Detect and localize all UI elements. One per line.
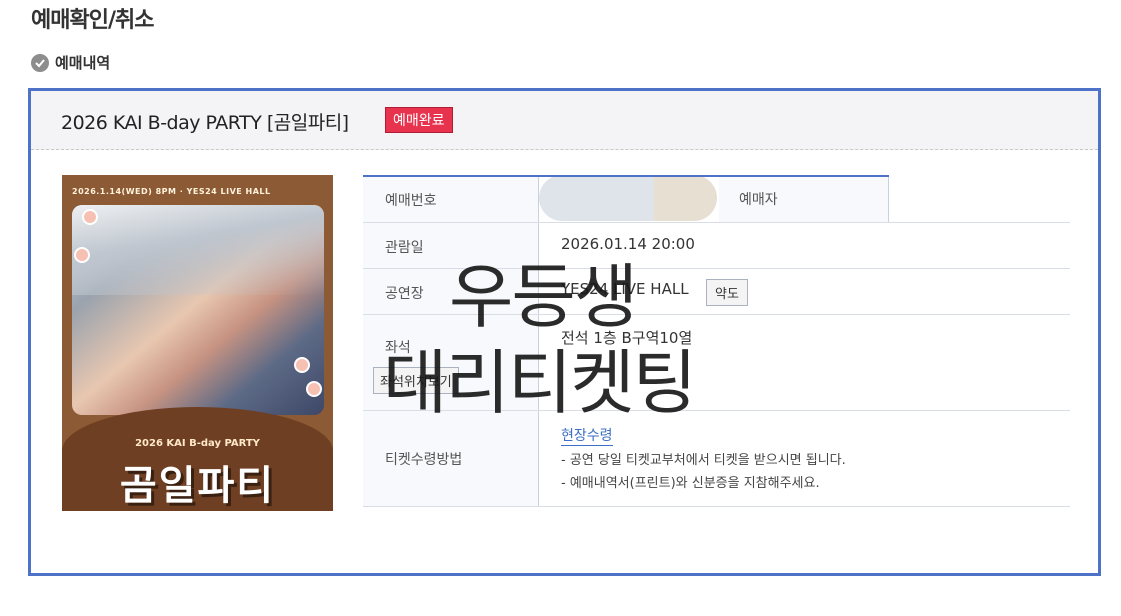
performance-title[interactable]: 2026 KAI B-day PARTY [곰일파티]	[61, 108, 349, 135]
table-top-border	[363, 175, 889, 177]
pickup-label: 티켓수령방법	[385, 452, 463, 468]
poster-subtitle: 2026 KAI B-day PARTY	[135, 438, 260, 449]
date-label: 관람일	[385, 240, 424, 256]
map-button[interactable]: 약도	[706, 279, 748, 306]
redacted-reservation-number	[539, 175, 717, 221]
status-badge: 예매완료	[385, 107, 453, 133]
booking-card: 2026 KAI B-day PARTY [곰일파티] 예매완료 2026.1.…	[28, 88, 1101, 576]
buyer-label: 예매자	[739, 192, 778, 208]
venue-label: 공연장	[385, 286, 424, 302]
row-reservation-number: 예매번호 예매자	[363, 175, 1070, 223]
poster-top-text: 2026.1.14(WED) 8PM · YES24 LIVE HALL	[72, 187, 271, 196]
paw-icon	[294, 357, 310, 373]
poster-image: 2026.1.14(WED) 8PM · YES24 LIVE HALL 202…	[62, 175, 333, 511]
paw-icon	[306, 381, 322, 397]
page-title: 예매확인/취소	[31, 8, 154, 33]
pickup-note: - 공연 당일 티켓교부처에서 티켓을 받으시면 됩니다.	[561, 453, 846, 468]
poster-photo-highlight	[72, 205, 324, 295]
paw-icon	[82, 209, 98, 225]
reservation-number-label: 예매번호	[385, 193, 437, 209]
watermark-line2: 대리티켓팅	[383, 342, 697, 424]
poster-main-title: 곰일파티	[119, 463, 276, 509]
pickup-method-link[interactable]: 현장수령	[561, 425, 613, 446]
section-header: 예매내역	[31, 52, 110, 73]
section-label: 예매내역	[55, 54, 111, 72]
paw-icon	[74, 247, 90, 263]
pickup-note: - 예매내역서(프린트)와 신분증을 지참해주세요.	[561, 476, 820, 491]
booking-card-header: 2026 KAI B-day PARTY [곰일파티] 예매완료	[31, 91, 1098, 150]
check-circle-icon	[31, 53, 49, 72]
